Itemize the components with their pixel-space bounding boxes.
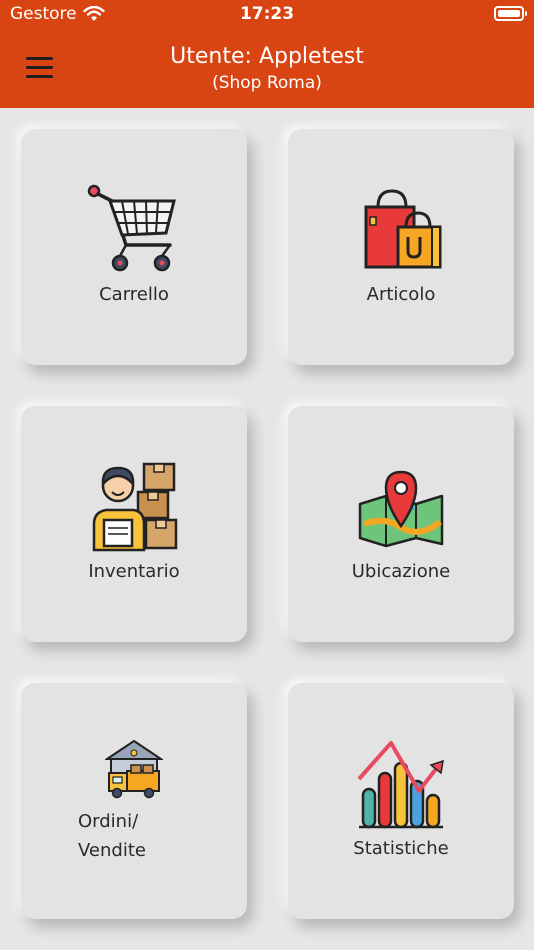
tile-carrello[interactable]: Carrello [21, 129, 247, 365]
tile-label: Articolo [366, 284, 436, 305]
tile-label-line2: Vendite [78, 840, 146, 861]
tile-inventario[interactable]: Inventario [21, 406, 247, 642]
tile-label: Inventario [88, 561, 180, 582]
tile-statistiche[interactable]: Statistiche [288, 683, 514, 919]
tile-label: Ordini/ Vendite [78, 807, 238, 865]
bar-chart-trend-icon [357, 741, 444, 829]
warehouse-truck-icon [105, 739, 163, 799]
tile-label-line1: Ordini/ [78, 811, 139, 832]
status-bar: Gestore 17:23 [0, 0, 534, 30]
worker-boxes-icon [92, 462, 178, 552]
shopping-cart-icon [87, 184, 176, 272]
shopping-bags-icon [364, 189, 442, 269]
battery-icon [494, 6, 527, 21]
app-header: Gestore 17:23 Utente: Appletest (Shop Ro… [0, 0, 534, 108]
user-title: Utente: Appletest [170, 44, 364, 69]
tile-ubicazione[interactable]: Ubicazione [288, 406, 514, 642]
tile-label: Carrello [99, 284, 169, 305]
tile-label: Statistiche [353, 838, 449, 859]
shop-subtitle: (Shop Roma) [212, 73, 322, 93]
tile-label: Ubicazione [351, 561, 451, 582]
map-pin-icon [358, 470, 444, 548]
tile-ordini-vendite[interactable]: Ordini/ Vendite [21, 683, 247, 919]
tile-articolo[interactable]: Articolo [288, 129, 514, 365]
clock: 17:23 [239, 4, 295, 24]
